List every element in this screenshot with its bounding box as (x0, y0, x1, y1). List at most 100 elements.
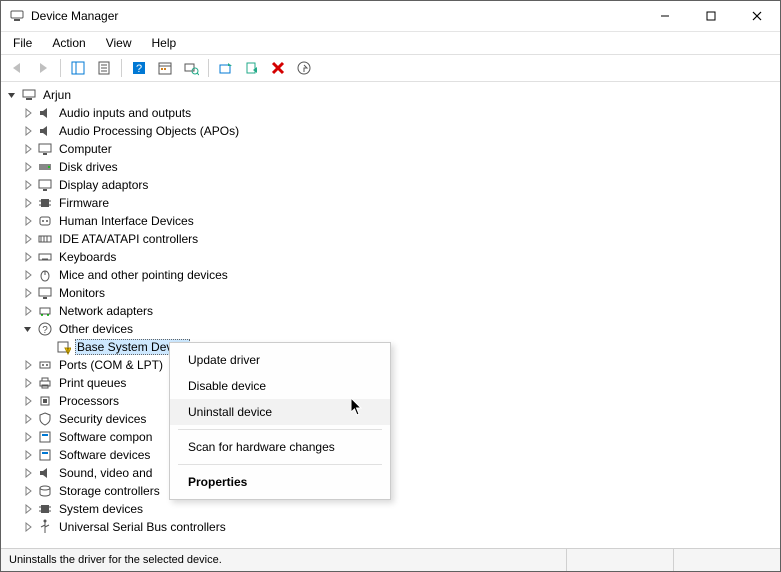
software-icon (37, 429, 53, 445)
tree-node[interactable]: ?Other devices (1, 320, 780, 338)
tree-node-label: Ports (COM & LPT) (57, 358, 165, 372)
menubar: FileActionViewHelp (1, 32, 780, 54)
app-icon (9, 8, 25, 24)
tree-node[interactable]: Mice and other pointing devices (1, 266, 780, 284)
close-button[interactable] (734, 1, 780, 31)
enable-device-icon[interactable] (240, 56, 264, 80)
tree-node-label: Computer (57, 142, 114, 156)
toolbar-separator (208, 59, 209, 77)
chevron-right-icon[interactable] (21, 160, 35, 174)
chevron-right-icon[interactable] (21, 484, 35, 498)
tree-node-label: Keyboards (57, 250, 118, 264)
chevron-right-icon[interactable] (21, 250, 35, 264)
security-icon (37, 411, 53, 427)
tree-node[interactable]: Computer (1, 140, 780, 158)
menu-file[interactable]: File (3, 34, 42, 52)
menu-action[interactable]: Action (42, 34, 95, 52)
toolbar: ? (1, 54, 780, 82)
menu-view[interactable]: View (96, 34, 142, 52)
tree-node-label: Mice and other pointing devices (57, 268, 230, 282)
chevron-right-icon[interactable] (21, 142, 35, 156)
chevron-right-icon[interactable] (21, 106, 35, 120)
chevron-right-icon[interactable] (21, 412, 35, 426)
svg-text:?: ? (136, 63, 142, 75)
cm-disable-device[interactable]: Disable device (170, 373, 390, 399)
chevron-right-icon[interactable] (21, 178, 35, 192)
tree-node[interactable]: Network adapters (1, 302, 780, 320)
toolbar-separator (121, 59, 122, 77)
speaker-icon (37, 123, 53, 139)
computer-icon (21, 87, 37, 103)
chevron-right-icon[interactable] (21, 502, 35, 516)
unknown-device-icon: ! (55, 339, 71, 355)
tree-node[interactable]: Audio Processing Objects (APOs) (1, 122, 780, 140)
cm-update-driver[interactable]: Update driver (170, 347, 390, 373)
chevron-right-icon[interactable] (21, 376, 35, 390)
cpu-icon (37, 393, 53, 409)
minimize-button[interactable] (642, 1, 688, 31)
help-icon[interactable]: ? (127, 56, 151, 80)
chevron-right-icon[interactable] (21, 430, 35, 444)
tree-node[interactable]: Universal Serial Bus controllers (1, 518, 780, 536)
tree-node-label: Storage controllers (57, 484, 162, 498)
tree-node[interactable]: Firmware (1, 194, 780, 212)
tree-node[interactable]: Audio inputs and outputs (1, 104, 780, 122)
chevron-right-icon[interactable] (21, 196, 35, 210)
storage-icon (37, 483, 53, 499)
cm-uninstall-device[interactable]: Uninstall device (170, 399, 390, 425)
cm-properties[interactable]: Properties (170, 469, 390, 495)
disk-icon (37, 159, 53, 175)
chevron-down-icon[interactable] (21, 322, 35, 336)
tree-node[interactable]: Human Interface Devices (1, 212, 780, 230)
menu-help[interactable]: Help (142, 34, 187, 52)
chevron-right-icon[interactable] (21, 214, 35, 228)
tree-node[interactable]: Monitors (1, 284, 780, 302)
chevron-right-icon[interactable] (21, 124, 35, 138)
calendar-icon[interactable] (153, 56, 177, 80)
monitor-icon (37, 177, 53, 193)
cm-scan-hardware[interactable]: Scan for hardware changes (170, 434, 390, 460)
titlebar: Device Manager (1, 1, 780, 32)
chevron-right-icon[interactable] (21, 232, 35, 246)
uninstall-icon[interactable] (266, 56, 290, 80)
network-icon (37, 303, 53, 319)
tree-node[interactable]: Disk drives (1, 158, 780, 176)
tree-node-label: Arjun (41, 88, 73, 102)
port-icon (37, 357, 53, 373)
maximize-button[interactable] (688, 1, 734, 31)
chevron-right-icon[interactable] (21, 466, 35, 480)
speaker-icon (37, 105, 53, 121)
tree-node-label: Audio inputs and outputs (57, 106, 193, 120)
tree-node-label: Print queues (57, 376, 128, 390)
chevron-right-icon[interactable] (21, 286, 35, 300)
show-hide-tree-icon[interactable] (66, 56, 90, 80)
ide-icon (37, 231, 53, 247)
tree-node-label: Audio Processing Objects (APOs) (57, 124, 241, 138)
keyboard-icon (37, 249, 53, 265)
tree-node[interactable]: Display adaptors (1, 176, 780, 194)
tree-node-label: Software compon (57, 430, 154, 444)
chevron-right-icon[interactable] (21, 304, 35, 318)
scan-hardware-icon[interactable] (179, 56, 203, 80)
context-menu-separator (178, 429, 382, 430)
chip-icon (37, 501, 53, 517)
monitor-icon (37, 141, 53, 157)
add-legacy-icon[interactable] (292, 56, 316, 80)
tree-node-label: Monitors (57, 286, 107, 300)
properties-icon[interactable] (92, 56, 116, 80)
chevron-right-icon[interactable] (21, 448, 35, 462)
chevron-down-icon[interactable] (5, 88, 19, 102)
chevron-right-icon[interactable] (21, 520, 35, 534)
tree-node[interactable]: IDE ATA/ATAPI controllers (1, 230, 780, 248)
tree-node[interactable]: System devices (1, 500, 780, 518)
svg-text:?: ? (42, 325, 48, 336)
chevron-right-icon[interactable] (21, 394, 35, 408)
tree-node[interactable]: Arjun (1, 86, 780, 104)
chevron-right-icon[interactable] (21, 268, 35, 282)
update-driver-icon[interactable] (214, 56, 238, 80)
device-tree[interactable]: Arjun Audio inputs and outputs Audio Proce… (1, 82, 780, 548)
tree-node[interactable]: Keyboards (1, 248, 780, 266)
chevron-right-icon[interactable] (21, 358, 35, 372)
tree-node-label: Universal Serial Bus controllers (57, 520, 228, 534)
device-manager-window: Device Manager FileActionViewHelp ? Arju… (0, 0, 781, 572)
